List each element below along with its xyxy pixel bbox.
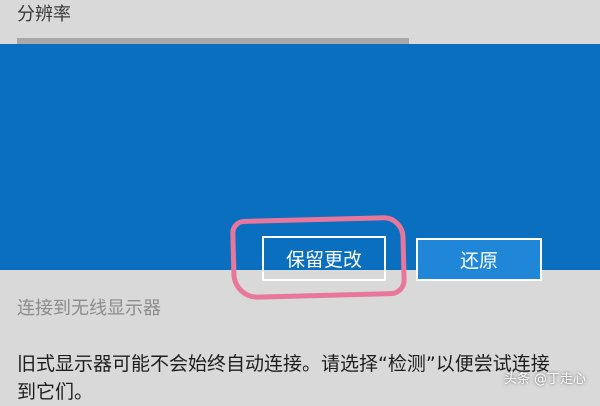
keep-display-settings-dialog: 保留更改 还原: [0, 44, 600, 301]
revert-button[interactable]: 还原: [416, 238, 542, 281]
info-text: 旧式显示器可能不会始终自动连接。请选择“检测”以便尝试连接 到它们。: [17, 350, 587, 406]
resolution-label: 分辨率: [17, 4, 71, 25]
info-text-line-2: 到它们。: [17, 381, 94, 403]
keep-changes-button[interactable]: 保留更改: [262, 236, 386, 281]
connect-wireless-display-link[interactable]: 连接到无线显示器: [17, 297, 161, 321]
info-text-line-1: 旧式显示器可能不会始终自动连接。请选择“检测”以便尝试连接: [17, 353, 550, 375]
